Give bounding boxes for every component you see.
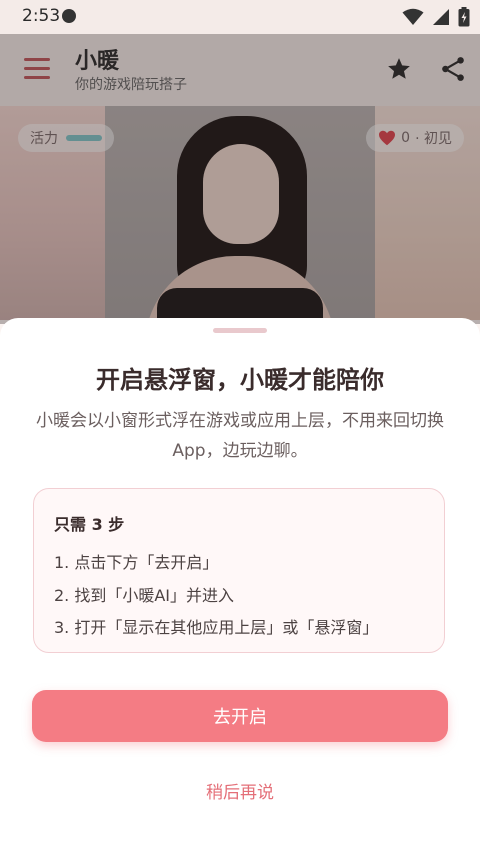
- sheet-title: 开启悬浮窗，小暖才能陪你: [96, 366, 384, 394]
- status-icons: [402, 6, 470, 28]
- app-screen: 2:53 小暖 你的游戏陪玩搭子 活力 0 · 初见 开启悬浮窗，小暖才能陪你 …: [0, 0, 480, 853]
- sheet-description: 小暖会以小窗形式浮在游戏或应用上层，不用来回切换 App，边玩边聊。: [36, 411, 444, 461]
- battery-icon: [458, 7, 470, 27]
- notification-dot-icon: [62, 9, 76, 23]
- step-item-3: 3. 打开「显示在其他应用上层」或「悬浮窗」: [54, 618, 379, 637]
- steps-heading: 只需 3 步: [54, 515, 125, 534]
- modal-scrim[interactable]: [0, 34, 480, 324]
- floating-window-permission-sheet: 开启悬浮窗，小暖才能陪你 小暖会以小窗形式浮在游戏或应用上层，不用来回切换 Ap…: [0, 318, 480, 853]
- step-item-1: 1. 点击下方「去开启」: [54, 553, 219, 572]
- later-button[interactable]: 稍后再说: [0, 778, 480, 803]
- status-bar: 2:53: [0, 0, 480, 34]
- signal-icon: [433, 9, 449, 25]
- step-item-2: 2. 找到「小暖AI」并进入: [54, 586, 235, 605]
- status-time: 2:53: [22, 6, 61, 26]
- steps-card: 只需 3 步 1. 点击下方「去开启」 2. 找到「小暖AI」并进入 3. 打开…: [33, 488, 445, 653]
- sheet-drag-handle[interactable]: [213, 328, 267, 333]
- wifi-icon: [402, 8, 424, 25]
- enable-floating-window-button[interactable]: 去开启: [32, 690, 448, 742]
